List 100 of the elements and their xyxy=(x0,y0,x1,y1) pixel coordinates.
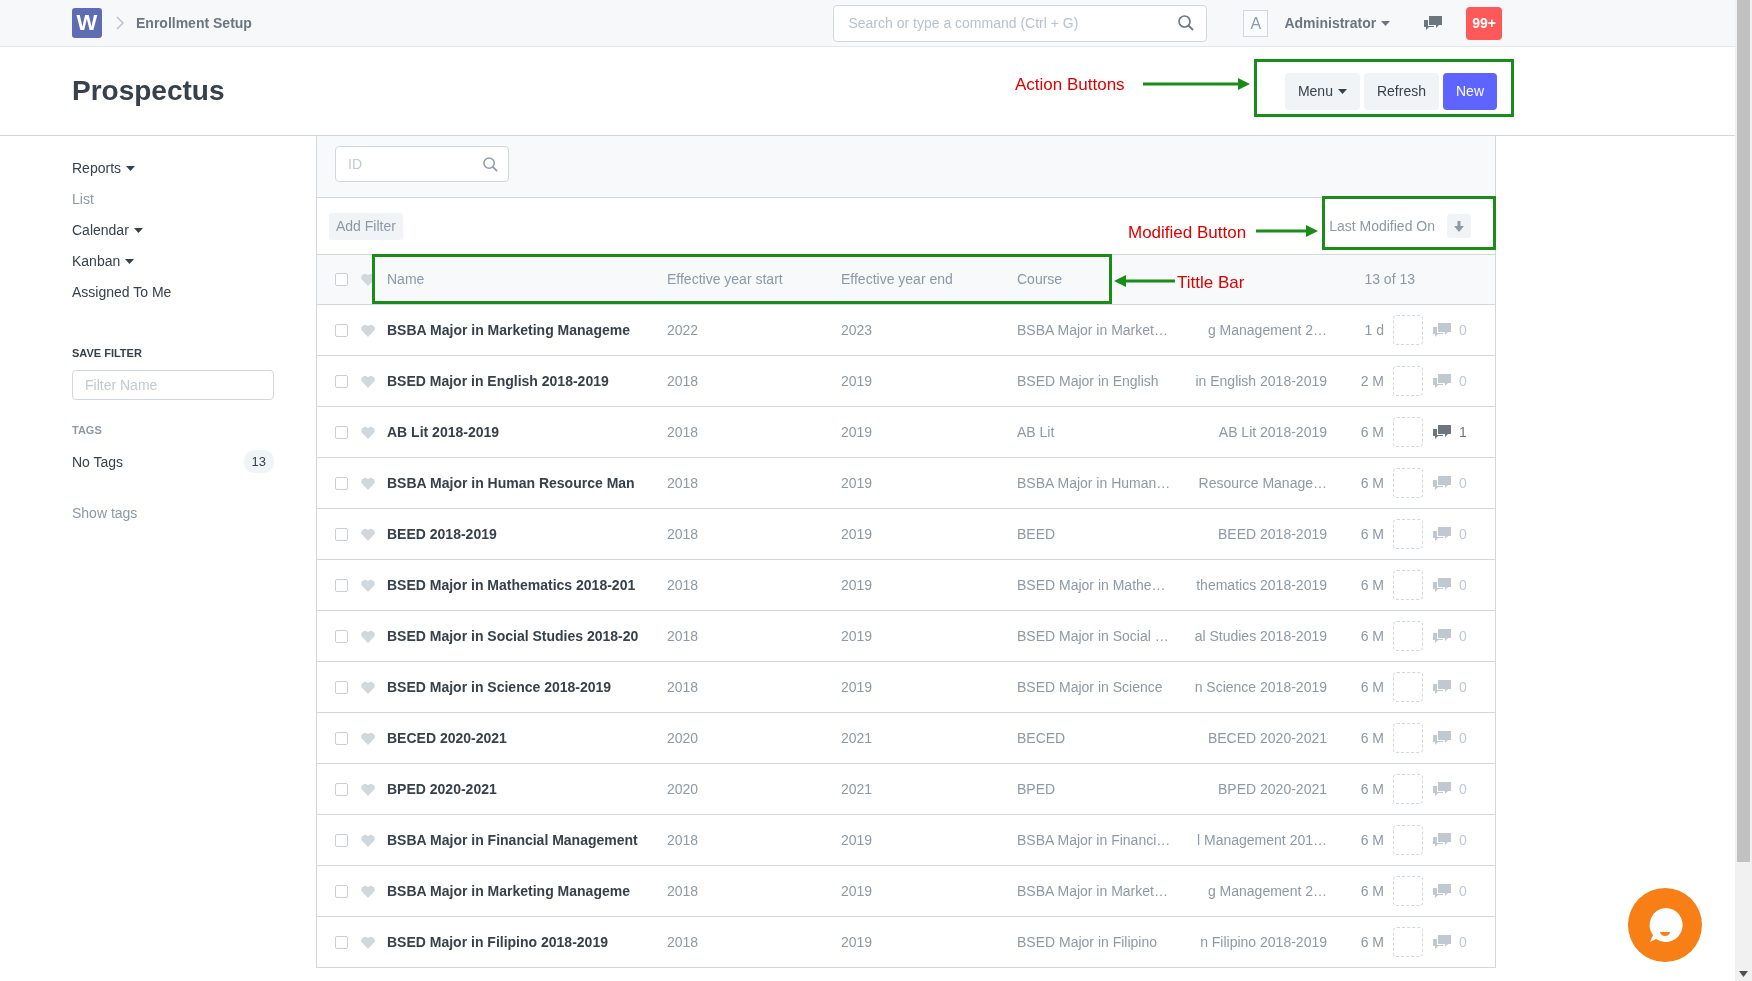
record-name-link[interactable]: BSED Major in Social Studies 2018-20 xyxy=(387,625,667,647)
refresh-button[interactable]: Refresh xyxy=(1363,72,1439,110)
heart-icon[interactable] xyxy=(361,731,375,745)
table-cell-text: 2019 xyxy=(841,830,874,850)
heart-icon[interactable] xyxy=(361,476,375,490)
heart-icon[interactable] xyxy=(361,935,375,949)
assign-box[interactable] xyxy=(1393,774,1423,804)
breadcrumb-link[interactable]: Enrollment Setup xyxy=(136,12,252,34)
row-checkbox[interactable] xyxy=(335,476,348,490)
assign-box[interactable] xyxy=(1393,315,1423,345)
assign-box[interactable] xyxy=(1393,468,1423,498)
table-cell-text: 2021 xyxy=(841,779,874,799)
heart-icon[interactable] xyxy=(361,527,375,541)
heart-icon[interactable] xyxy=(361,323,375,337)
table-cell-text: BEED 2018-2019 xyxy=(1217,524,1327,544)
record-name-link[interactable]: BECED 2020-2021 xyxy=(387,727,667,749)
record-name-link[interactable]: BSBA Major in Financial Management xyxy=(387,829,667,851)
sidebar-item[interactable]: Assigned To Me xyxy=(72,276,296,307)
assign-box[interactable] xyxy=(1393,825,1423,855)
heart-icon[interactable] xyxy=(361,425,375,439)
row-checkbox[interactable] xyxy=(335,578,348,592)
table-cell-text: AB Lit xyxy=(1017,422,1056,442)
heart-icon[interactable] xyxy=(361,833,375,847)
scrollbar-thumb[interactable] xyxy=(1737,0,1750,862)
row-checkbox[interactable] xyxy=(335,935,348,949)
modified-time: 6 M xyxy=(1359,728,1384,748)
comment-icon xyxy=(1433,475,1451,491)
heart-icon[interactable] xyxy=(361,680,375,694)
search-field[interactable]: Search or type a command (Ctrl + G) xyxy=(846,11,1179,35)
assign-box[interactable] xyxy=(1393,927,1423,957)
table-cell-text: BPED xyxy=(1017,779,1057,799)
row-checkbox[interactable] xyxy=(335,425,348,439)
new-button[interactable]: New xyxy=(1443,72,1497,110)
heart-icon[interactable] xyxy=(361,629,375,643)
chevron-icon xyxy=(116,16,124,30)
comment-count: 0 xyxy=(1459,626,1467,646)
row-checkbox[interactable] xyxy=(335,884,348,898)
user-menu[interactable]: Administrator xyxy=(1284,12,1391,34)
record-name-link[interactable]: AB Lit 2018-2019 xyxy=(387,421,667,443)
assign-box[interactable] xyxy=(1393,723,1423,753)
table-cell-text: 2019 xyxy=(841,524,874,544)
record-name-link[interactable]: BSED Major in Science 2018-2019 xyxy=(387,676,667,698)
row-checkbox[interactable] xyxy=(335,731,348,745)
table-cell-text: BSED Major in Mathe… xyxy=(1017,575,1167,595)
row-checkbox[interactable] xyxy=(335,833,348,847)
chat-launcher-button[interactable] xyxy=(1628,888,1702,962)
search-box[interactable]: Search or type a command (Ctrl + G) xyxy=(833,4,1208,42)
chat-icon[interactable] xyxy=(1424,15,1443,31)
scroll-down-icon[interactable] xyxy=(1739,971,1748,977)
select-all-checkbox[interactable] xyxy=(335,273,348,286)
sidebar-item[interactable]: Calendar xyxy=(72,214,296,245)
comment-count: 0 xyxy=(1459,881,1467,901)
logo[interactable]: W xyxy=(72,8,102,38)
scrollbar[interactable] xyxy=(1735,0,1752,981)
record-count: 13 of 13 xyxy=(1364,270,1415,289)
table-cell-text: BSED Major in Social … xyxy=(1017,626,1170,646)
filter-name-field[interactable]: Filter Name xyxy=(72,369,274,400)
record-name-link[interactable]: BSED Major in English 2018-2019 xyxy=(387,370,667,392)
table-cell-text: 2018 xyxy=(667,881,700,901)
record-name-link[interactable]: BSBA Major in Marketing Manageme xyxy=(387,880,667,902)
row-checkbox[interactable] xyxy=(335,782,348,796)
heart-icon[interactable] xyxy=(361,578,375,592)
sidebar-item[interactable]: Reports xyxy=(72,152,296,183)
record-name-link[interactable]: BSBA Major in Marketing Manageme xyxy=(387,319,667,341)
id-filter-field[interactable]: ID xyxy=(346,152,466,176)
sort-order-button[interactable] xyxy=(1447,214,1471,238)
row-checkbox[interactable] xyxy=(335,629,348,643)
row-checkbox[interactable] xyxy=(335,374,348,388)
tag-item[interactable]: No Tags xyxy=(72,446,124,477)
table-cell-text: 2019 xyxy=(841,575,874,595)
row-checkbox[interactable] xyxy=(335,527,348,541)
heart-icon[interactable] xyxy=(361,374,375,388)
assign-box[interactable] xyxy=(1393,876,1423,906)
assign-box[interactable] xyxy=(1393,519,1423,549)
table-cell-text: 2019 xyxy=(841,422,874,442)
heart-icon[interactable] xyxy=(361,782,375,796)
id-filter-box[interactable]: ID xyxy=(335,146,509,182)
table-cell-text: BSED Major in Science xyxy=(1017,677,1164,697)
assign-box[interactable] xyxy=(1393,417,1423,447)
row-checkbox[interactable] xyxy=(335,680,348,694)
table-cell-text: BECED xyxy=(1017,728,1067,748)
assign-box[interactable] xyxy=(1393,366,1423,396)
sidebar-item[interactable]: Kanban xyxy=(72,245,296,276)
tag-count: 13 xyxy=(243,449,274,474)
table-cell-text: 2018 xyxy=(667,575,700,595)
record-name-link[interactable]: BEED 2018-2019 xyxy=(387,523,667,545)
assign-box[interactable] xyxy=(1393,672,1423,702)
record-name-link[interactable]: BPED 2020-2021 xyxy=(387,778,667,800)
heart-icon[interactable] xyxy=(361,884,375,898)
assign-box[interactable] xyxy=(1393,621,1423,651)
assign-box[interactable] xyxy=(1393,570,1423,600)
table-cell-text: g Management 2… xyxy=(1206,320,1327,340)
table-cell-text: g Management 2… xyxy=(1206,881,1327,901)
menu-button[interactable]: Menu xyxy=(1284,72,1360,110)
caret-icon xyxy=(1381,21,1391,27)
row-checkbox[interactable] xyxy=(335,323,348,337)
record-name-link[interactable]: BSED Major in Filipino 2018-2019 xyxy=(387,931,667,953)
record-name-link[interactable]: BSBA Major in Human Resource Man xyxy=(387,472,667,494)
record-name-link[interactable]: BSED Major in Mathematics 2018-201 xyxy=(387,574,667,596)
annotation-arrow xyxy=(1114,275,1175,287)
